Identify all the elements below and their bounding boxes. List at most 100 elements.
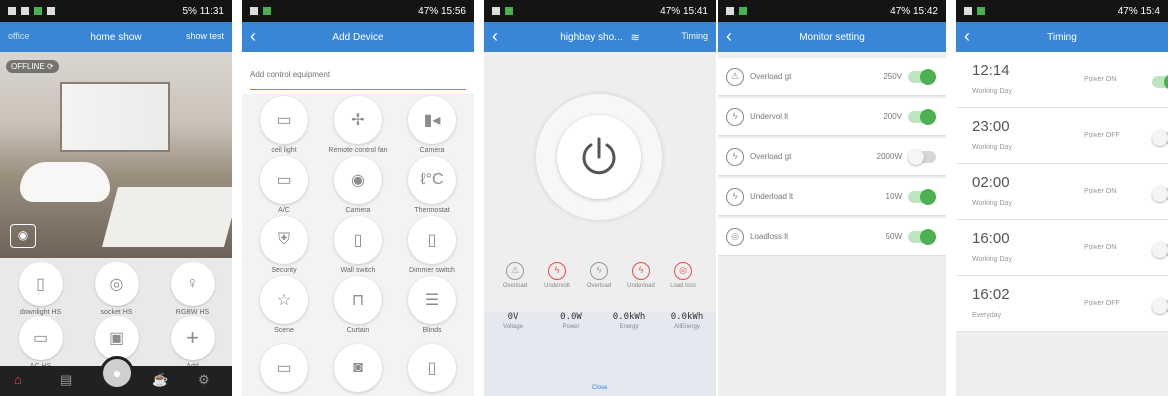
device-socket[interactable]: ◎ socket HS	[78, 262, 155, 316]
home-icon[interactable]: ⌂	[14, 372, 22, 387]
settings-icon[interactable]: ⚙	[198, 372, 210, 388]
power-button[interactable]	[536, 94, 662, 220]
timer-action: Power OFF	[1084, 300, 1120, 307]
page-title: Timing	[1047, 31, 1077, 43]
device-thermostat[interactable]: ℓ°C Thermostat	[396, 156, 468, 214]
close-button[interactable]: Close	[592, 385, 607, 391]
device-fan[interactable]: ✢ Remote control fan	[322, 96, 394, 154]
protection-underload[interactable]: ϟ Underload	[620, 262, 662, 289]
all-energy-reading: 0.0kWh AllEnergy	[670, 312, 704, 330]
add-device-button[interactable]: + Add	[154, 316, 231, 370]
device-door-lock[interactable]: ▯	[396, 344, 468, 392]
status-bar: 47% 15:41	[484, 0, 716, 22]
timer-toggle[interactable]	[1152, 242, 1168, 258]
back-arrow-icon[interactable]: ‹	[492, 27, 498, 45]
page-title: Add Device	[332, 31, 384, 43]
monitor-toggle[interactable]	[908, 228, 936, 245]
camera-view[interactable]: OFFLINE ⟳ ◉	[0, 52, 232, 258]
device-ceil-light[interactable]: ▭ ceil light	[248, 96, 320, 154]
monitor-value[interactable]: 200V	[883, 112, 902, 121]
monitor-row-overload-voltage[interactable]: ⚠ Overload gt 250V	[718, 58, 946, 96]
curtain-icon: ⊓	[334, 276, 382, 324]
device-label: Blinds	[422, 327, 442, 334]
timing-link[interactable]: Timing	[681, 31, 708, 41]
device-camera[interactable]: ▮◂ Camera	[396, 96, 468, 154]
target-icon: ◎	[674, 262, 692, 280]
device-security[interactable]: ⛨ Security	[248, 216, 320, 274]
timer-row[interactable]: 12:14 Working Day Power ON	[956, 52, 1168, 108]
device-label: Camera	[419, 147, 445, 154]
protection-undervolt[interactable]: ϟ Undervolt	[536, 262, 578, 289]
monitor-value[interactable]: 50W	[886, 232, 902, 241]
device-strip[interactable]: ▭	[248, 344, 320, 392]
device-blinds[interactable]: ☰ Blinds	[396, 276, 468, 334]
app-bar: ‹ Monitor setting	[718, 22, 946, 52]
device-label: Thermostat	[414, 207, 450, 214]
bolt-icon: ϟ	[590, 262, 608, 280]
protection-overload-power[interactable]: ϟ Overload	[578, 262, 620, 289]
camera-icon: ▮◂	[408, 96, 456, 144]
timer-time: 02:00	[972, 174, 1010, 191]
monitor-row-overload-power[interactable]: ϟ Overload gt 2000W	[718, 138, 946, 176]
timer-row[interactable]: 23:00 Working Day Power OFF	[956, 108, 1168, 164]
timer-action: Power ON	[1084, 188, 1117, 195]
monitor-value[interactable]: 10W	[886, 192, 902, 201]
monitor-toggle[interactable]	[908, 188, 936, 205]
offline-badge: OFFLINE ⟳	[6, 60, 59, 73]
cup-icon[interactable]: ☕	[152, 372, 168, 388]
device-label: Remote control fan	[328, 147, 388, 154]
app-bar: ‹ highbay sho... ≋ Timing	[484, 22, 716, 52]
search-field[interactable]	[250, 60, 466, 90]
device-list-icon[interactable]: ▤	[60, 372, 72, 388]
timer-toggle[interactable]	[1152, 130, 1168, 146]
app-bar: ‹ Timing	[956, 22, 1168, 52]
app-bar: ‹ Add Device	[242, 22, 474, 52]
device-label: Curtain	[346, 327, 370, 334]
protection-overload[interactable]: ⚠ Overload	[494, 262, 536, 289]
air-conditioner-icon: ▭	[18, 316, 63, 360]
back-arrow-icon[interactable]: ‹	[250, 27, 256, 45]
device-wall-switch[interactable]: ▯ Wall switch	[322, 216, 394, 274]
bottom-nav: ⌂ ▤ ● ☕ ⚙	[0, 356, 232, 396]
timer-toggle[interactable]	[1152, 74, 1168, 90]
status-time: 47% 15:4	[1117, 5, 1160, 17]
microphone-icon[interactable]: ●	[100, 356, 134, 390]
timer-row[interactable]: 16:02 Everyday Power OFF	[956, 276, 1168, 332]
back-arrow-icon[interactable]: ‹	[964, 27, 970, 45]
camera-window-scene	[60, 82, 170, 152]
monitor-row-loadloss[interactable]: ◎ Loadloss lt 50W	[718, 218, 946, 256]
back-arrow-icon[interactable]: ‹	[726, 27, 732, 45]
device-webcam[interactable]: ◉ Camera	[322, 156, 394, 214]
add-equipment-input[interactable]	[250, 60, 466, 79]
camera-icon[interactable]: ◉	[10, 224, 36, 248]
protection-load-loss[interactable]: ◎ Load loss	[662, 262, 704, 289]
monitor-toggle[interactable]	[908, 68, 936, 85]
show-test-tab[interactable]: show test	[186, 31, 224, 41]
office-tab[interactable]: office	[8, 31, 29, 41]
monitor-row-underload[interactable]: ϟ Underload lt 10W	[718, 178, 946, 216]
device-scene[interactable]: ☆ Scene	[248, 276, 320, 334]
device-ac[interactable]: ▭ AC HS	[2, 316, 79, 370]
device-rgbw[interactable]: ♀ RGBW HS	[154, 262, 231, 316]
timer-row[interactable]: 16:00 Working Day Power ON	[956, 220, 1168, 276]
device-ac[interactable]: ▭ A/C	[248, 156, 320, 214]
protection-label: Undervolt	[544, 283, 570, 289]
device-socket[interactable]: ◙	[322, 344, 394, 392]
timer-toggle[interactable]	[1152, 298, 1168, 314]
bolt-icon: ϟ	[726, 147, 744, 166]
monitor-value[interactable]: 2000W	[877, 152, 902, 161]
monitor-row-undervolt[interactable]: ϟ Undervol lt 200V	[718, 98, 946, 136]
timer-row[interactable]: 02:00 Working Day Power ON	[956, 164, 1168, 220]
monitor-toggle[interactable]	[908, 108, 936, 125]
monitor-toggle[interactable]	[908, 148, 936, 165]
device-label: Security	[271, 267, 297, 274]
device-curtain[interactable]: ⊓ Curtain	[322, 276, 394, 334]
energy-reading: 0.0kWh Energy	[612, 312, 646, 330]
device-downlight[interactable]: ▯ downlight HS	[2, 262, 79, 316]
device-control-screen: 47% 15:41 ‹ highbay sho... ≋ Timing ⚠ Ove…	[484, 0, 716, 396]
timer-toggle[interactable]	[1152, 186, 1168, 202]
bolt-icon: ϟ	[548, 262, 566, 280]
timer-days: Working Day	[972, 256, 1012, 263]
monitor-value[interactable]: 250V	[883, 72, 902, 81]
device-dimmer[interactable]: ▯ Dimmer switch	[396, 216, 468, 274]
